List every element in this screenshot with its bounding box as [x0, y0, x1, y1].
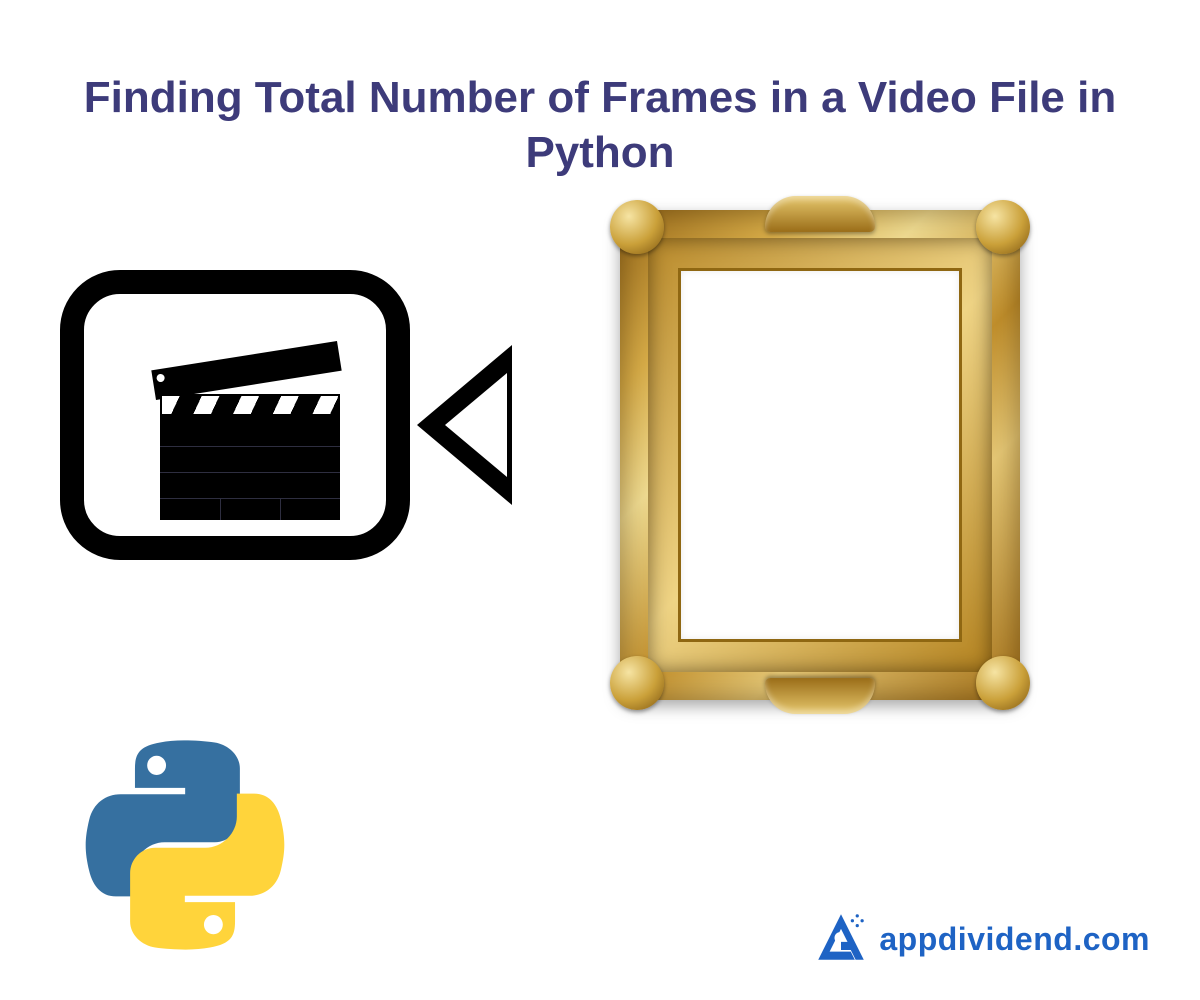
appdividend-logo-icon — [815, 911, 867, 968]
brand-watermark: appdividend.com — [815, 911, 1150, 968]
brand-text: appdividend.com — [879, 921, 1150, 958]
page-title: Finding Total Number of Frames in a Vide… — [0, 70, 1200, 180]
camera-lens — [417, 345, 512, 505]
python-logo-icon — [80, 740, 290, 950]
picture-frame-icon — [620, 210, 1020, 700]
video-camera-icon — [60, 260, 530, 590]
clapperboard-icon — [160, 370, 340, 520]
